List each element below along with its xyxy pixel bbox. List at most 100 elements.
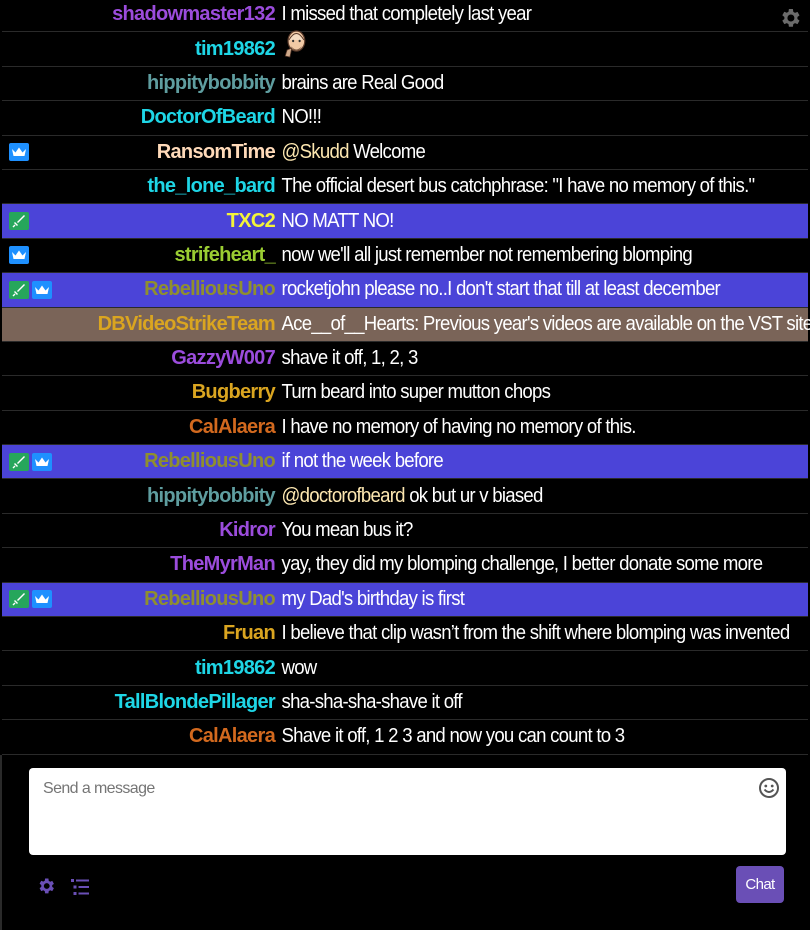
user-mention[interactable]: @doctorofbeard xyxy=(282,485,406,507)
chat-username[interactable]: Kidror xyxy=(2,519,276,542)
chat-username[interactable]: CalAlaera xyxy=(2,725,276,748)
chat-message-text: rocketjohn please no..I don't start that… xyxy=(275,278,721,301)
chat-username[interactable]: RansomTime xyxy=(2,141,276,164)
chat-message-row: TallBlondePillager sha-sha-sha-shave it o… xyxy=(2,685,808,721)
settings-gear-icon[interactable] xyxy=(36,876,56,901)
chat-username[interactable]: DBVideoStrikeTeam xyxy=(2,313,276,336)
chat-message-text: yay, they did my blomping challenge, I b… xyxy=(275,553,764,576)
badge-group xyxy=(9,204,29,237)
chat-message-text: Ace__of__Hearts: Previous year's videos … xyxy=(275,313,810,336)
emoji-picker-icon[interactable] xyxy=(758,777,780,804)
chat-message-row: strifeheart_ now we'll all just remember … xyxy=(2,238,808,274)
chat-username[interactable]: Fruan xyxy=(2,622,276,645)
message-body: You mean bus it? xyxy=(281,519,414,542)
chat-username[interactable]: Bugberry xyxy=(2,381,276,404)
chat-message-text: The official desert bus catchphrase: "I … xyxy=(275,175,756,198)
chat-username[interactable]: hippitybobbity xyxy=(2,485,276,508)
message-body: The official desert bus catchphrase: "I … xyxy=(281,175,756,198)
message-body: now we'll all just remember not remember… xyxy=(281,243,693,266)
chat-username[interactable]: tim19862 xyxy=(2,657,276,680)
message-body: wow xyxy=(281,656,318,679)
message-body: my Dad's birthday is first xyxy=(281,587,465,610)
chat-username[interactable]: shadowmaster132 xyxy=(2,3,276,26)
chat-message-text: Turn beard into super mutton chops xyxy=(275,381,551,404)
message-body: Turn beard into super mutton chops xyxy=(281,381,551,404)
message-input[interactable] xyxy=(29,768,786,855)
chat-message-row: hippitybobbity brains are Real Good xyxy=(2,66,808,102)
chat-message-row: tim19862 wow xyxy=(2,651,808,686)
chat-username[interactable]: hippitybobbity xyxy=(2,72,276,95)
send-chat-button[interactable]: Chat xyxy=(736,866,784,903)
chat-message-row: hippitybobbity @doctorofbeard ok but ur v… xyxy=(2,479,808,514)
message-body: yay, they did my blomping challenge, I b… xyxy=(281,553,764,576)
chat-message-text: @doctorofbeard ok but ur v biased xyxy=(275,484,544,508)
chat-message-text: brains are Real Good xyxy=(275,71,445,95)
message-body: ok but ur v biased xyxy=(404,484,543,507)
chat-message-text: @Skudd Welcome xyxy=(275,140,426,164)
chat-username[interactable]: the_lone_bard xyxy=(2,175,275,198)
chat-message-row: RebelliousUno if not the week before xyxy=(2,445,808,480)
chat-message-row: TheMyrMan yay, they did my blomping chall… xyxy=(2,548,808,583)
chat-message-text: sha-sha-sha-shave it off xyxy=(275,691,463,714)
chat-username[interactable]: TXC2 xyxy=(2,210,276,233)
chat-message-row: Bugberry Turn beard into super mutton cho… xyxy=(2,376,808,411)
chat-message-text: shave it off, 1, 2, 3 xyxy=(275,347,419,370)
message-body: Welcome xyxy=(348,140,426,163)
subscriber-crown-icon[interactable] xyxy=(9,246,29,265)
moderator-sword-icon[interactable] xyxy=(9,212,29,231)
chat-message-row: Fruan I believe that clip wasn’t from the… xyxy=(2,617,808,652)
chat-message-text: I believe that clip wasn’t from the shif… xyxy=(275,622,791,645)
chat-message-row: CalAlaera Shave it off, 1 2 3 and now you… xyxy=(2,720,808,755)
chat-settings-gear-icon[interactable] xyxy=(778,6,802,35)
chat-message-list: shadowmaster132 I missed that completely … xyxy=(2,0,810,755)
chat-message-row: RebelliousUno my Dad's birthday is first xyxy=(2,582,808,618)
chat-username[interactable]: TallBlondePillager xyxy=(2,691,276,714)
chat-username[interactable]: tim19862 xyxy=(2,38,276,61)
chat-message-text: Shave it off, 1 2 3 and now you can coun… xyxy=(275,725,626,748)
message-body: sha-sha-sha-shave it off xyxy=(281,691,463,713)
chat-message-row: DoctorOfBeard NO!!! xyxy=(2,101,808,136)
message-body: I missed that completely last year xyxy=(281,3,532,26)
chat-message-text: NO MATT NO! xyxy=(275,209,395,233)
message-body: I believe that clip wasn’t from the shif… xyxy=(281,622,791,645)
subscriber-crown-icon[interactable] xyxy=(9,143,29,162)
chat-message-row: Kidror You mean bus it? xyxy=(2,513,808,549)
moderator-sword-icon[interactable] xyxy=(9,280,29,299)
message-body: brains are Real Good xyxy=(281,71,445,94)
chat-username[interactable]: DoctorOfBeard xyxy=(2,106,276,129)
badge-group xyxy=(9,445,52,478)
subscriber-crown-icon[interactable] xyxy=(32,452,52,471)
moderator-sword-icon[interactable] xyxy=(9,590,29,609)
message-body: NO!!! xyxy=(281,106,322,129)
chat-message-text: if not the week before xyxy=(275,450,444,473)
moderator-sword-icon[interactable] xyxy=(9,452,29,471)
chat-message-text: I have no memory of having no memory of … xyxy=(275,415,637,439)
chat-message-row: TXC2 NO MATT NO! xyxy=(2,204,808,239)
chat-message-text: wow xyxy=(275,656,318,680)
subscriber-crown-icon[interactable] xyxy=(32,280,52,299)
chat-message-row: shadowmaster132 I missed that completely … xyxy=(2,0,808,33)
bald-face-emote-icon xyxy=(282,28,312,64)
subscriber-crown-icon[interactable] xyxy=(32,590,52,609)
chat-message-row: RansomTime @Skudd Welcome xyxy=(2,135,808,170)
chat-message-row: CalAlaera I have no memory of having no m… xyxy=(2,410,808,446)
message-body: NO MATT NO! xyxy=(281,209,395,232)
badge-group xyxy=(9,583,52,616)
message-body: rocketjohn please no..I don't start that… xyxy=(281,278,721,301)
chat-message-text: now we'll all just remember not remember… xyxy=(275,243,693,267)
message-body: I have no memory of having no memory of … xyxy=(281,415,637,438)
chat-message-text: You mean bus it? xyxy=(275,519,414,542)
chat-message-row: tim19862 xyxy=(2,30,808,67)
chat-username[interactable]: strifeheart_ xyxy=(2,244,275,267)
chat-username[interactable]: CalAlaera xyxy=(2,416,276,439)
chat-username[interactable]: GazzyW007 xyxy=(2,347,275,370)
user-mention[interactable]: @Skudd xyxy=(282,141,350,163)
chat-composer: Chat xyxy=(0,755,810,930)
viewer-list-icon[interactable] xyxy=(70,877,90,902)
chat-message-row: GazzyW007 shave it off, 1, 2, 3 xyxy=(2,341,808,377)
chat-username[interactable]: TheMyrMan xyxy=(2,553,276,576)
chat-message-text xyxy=(275,30,311,64)
badge-group xyxy=(9,136,29,169)
message-body: Shave it off, 1 2 3 and now you can coun… xyxy=(281,725,626,748)
chat-message-row: the_lone_bard The official desert bus cat… xyxy=(2,169,808,205)
